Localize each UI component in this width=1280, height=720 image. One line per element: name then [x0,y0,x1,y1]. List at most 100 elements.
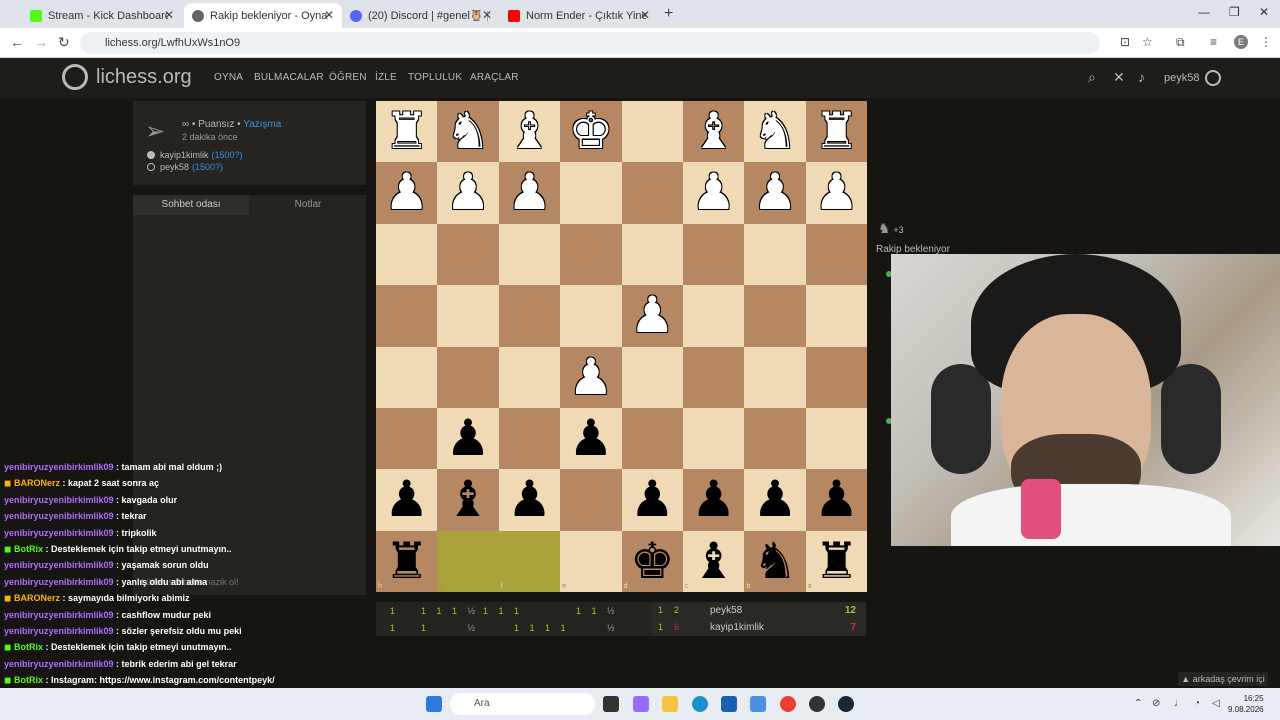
board-square[interactable] [621,223,683,286]
board-square[interactable] [437,346,499,408]
standing-name[interactable]: kayip1kimlik [710,622,764,633]
mic-icon[interactable]: ♩ [1174,698,1184,709]
chess-piece-black[interactable]: ♟ [744,469,805,530]
steam-icon[interactable] [838,696,854,712]
user-avatar-icon[interactable] [1205,70,1221,86]
board-square[interactable] [376,346,438,408]
browser-tab-discord[interactable]: (20) Discord | #genel🦉 | PEYK ✕ [342,3,500,28]
nav-learn[interactable]: ÖĞREN [329,72,367,83]
nav-puzzles[interactable]: BULMACALAR [254,72,324,83]
chess-piece-black[interactable]: ♚ [622,531,683,592]
chess-piece-white[interactable]: ♟ [560,347,621,408]
install-app-icon[interactable]: ⊡ [1120,35,1130,49]
board-square[interactable] [376,408,438,470]
board-square[interactable] [621,346,683,408]
board-square[interactable] [437,285,499,347]
board-square[interactable] [498,408,561,470]
close-tab-icon[interactable]: ✕ [324,8,334,22]
board-square[interactable] [498,223,561,286]
chrome-icon[interactable] [780,696,796,712]
board-square[interactable] [805,223,868,286]
reload-icon[interactable]: ↻ [58,34,70,51]
chess-piece-black[interactable]: ♟ [376,469,437,530]
board-square[interactable] [621,408,683,470]
store-icon[interactable] [721,696,737,712]
board-square[interactable] [560,469,622,531]
player-white[interactable]: kayip1kimlik (1500?) [147,150,243,160]
board-square[interactable] [683,346,745,408]
tab-notes[interactable]: Notlar [250,195,366,215]
minimize-button[interactable]: — [1198,5,1210,19]
bell-icon[interactable]: ♪ [1138,69,1145,85]
lichess-logo-icon[interactable] [62,64,88,90]
board-square[interactable] [805,408,868,470]
profile-avatar[interactable]: E [1234,35,1248,49]
player-black[interactable]: peyk58 (1500?) [147,162,223,172]
volume-icon[interactable]: ◁ [1212,698,1220,709]
chess-board[interactable]: 1 2 3 4 5 6 7 8 h g f e d c b a ♜ ♞ ♝ ♚ ♝ ♞ ♜ ♟ ♟ ♟ ♟ ♟ ♟ ♟ ♟ ♟ ♟ ♟ ♝ ♟ ♟ ♟ ♟ ♟… [376,101,868,593]
copilot-icon[interactable] [633,696,649,712]
nav-play[interactable]: OYNA [214,72,243,83]
chess-piece-white[interactable]: ♟ [376,162,437,223]
board-square[interactable] [376,223,438,286]
reading-list-icon[interactable]: ≡ [1210,35,1217,49]
chess-piece-black[interactable]: ♟ [560,408,621,469]
chess-piece-black[interactable]: ♟ [683,469,744,530]
extensions-icon[interactable]: ⧉ [1176,35,1185,50]
close-tab-icon[interactable]: ✕ [640,8,650,22]
board-square[interactable] [376,285,438,347]
maximize-button[interactable]: ❐ [1229,5,1240,19]
board-square[interactable] [744,408,806,470]
board-square[interactable] [805,346,868,408]
network-icon[interactable]: ⊘ [1152,698,1160,709]
chess-piece-black[interactable]: ♟ [499,469,560,530]
chess-piece-white[interactable]: ♚ [560,101,621,162]
board-square[interactable] [437,223,499,286]
browser-tab-lichess[interactable]: Rakip bekleniyor - Oyna kayip1 ✕ [184,3,342,28]
close-tab-icon[interactable]: ✕ [482,8,492,22]
chess-piece-white[interactable]: ♜ [376,101,437,162]
close-tab-icon[interactable]: ✕ [164,8,174,22]
new-tab-button[interactable]: + [664,5,673,23]
menu-icon[interactable]: ⋮ [1260,35,1272,49]
chess-piece-white[interactable]: ♟ [499,162,560,223]
chess-piece-black[interactable]: ♟ [806,469,867,530]
nav-tools[interactable]: ARAÇLAR [470,72,519,83]
tray-chevron-icon[interactable]: ⌃ [1134,698,1142,709]
board-square[interactable] [744,223,806,286]
board-square[interactable] [560,162,622,224]
outlook-icon[interactable] [750,696,766,712]
site-logo[interactable]: lichess.org [96,66,192,89]
chess-piece-black[interactable]: ♟ [622,469,683,530]
system-clock[interactable]: 16:25 9.08.2026 [1228,693,1264,715]
chess-piece-white[interactable]: ♞ [437,101,498,162]
user-menu[interactable]: peyk58 [1164,72,1199,84]
chess-piece-black[interactable]: ♜ [376,531,437,592]
board-square[interactable] [683,223,745,286]
board-square[interactable] [560,530,622,593]
back-arrow-icon[interactable]: ← [10,34,24,50]
board-square[interactable] [560,223,622,286]
taskbar-search[interactable]: Ara [450,693,595,715]
friends-online-button[interactable]: ▲ arkadaş çevrim içi [1178,672,1268,686]
correspondence-link[interactable]: Yazışma [243,119,281,130]
board-square[interactable] [498,530,561,593]
forward-arrow-icon[interactable]: → [34,34,48,50]
board-square[interactable] [560,285,622,347]
task-view-icon[interactable] [603,696,619,712]
close-window-button[interactable]: ✕ [1259,5,1269,19]
browser-tab-kick[interactable]: Stream - Kick Dashboard ✕ [22,3,182,28]
board-square[interactable] [498,346,561,408]
search-icon[interactable]: ⌕ [1088,69,1096,86]
chess-piece-white[interactable]: ♜ [806,101,867,162]
wifi-icon[interactable]: ◔ [1194,698,1200,709]
board-square[interactable] [683,285,745,347]
board-square[interactable] [437,530,499,593]
board-square[interactable] [744,285,806,347]
obs-icon[interactable] [809,696,825,712]
chess-piece-black[interactable]: ♜ [806,531,867,592]
standing-name[interactable]: peyk58 [710,605,742,616]
player-name[interactable]: peyk58 [160,162,189,172]
file-explorer-icon[interactable] [662,696,678,712]
board-square[interactable] [498,285,561,347]
